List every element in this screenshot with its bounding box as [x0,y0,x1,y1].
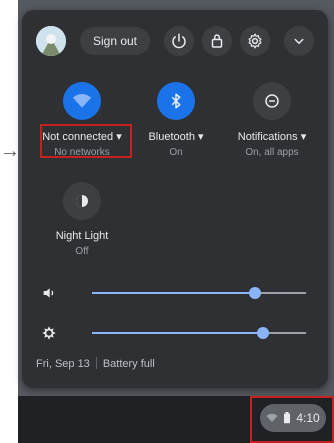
brightness-slider-fill [92,332,264,334]
bluetooth-toggle[interactable]: Bluetooth ▾ On [132,82,220,158]
settings-button[interactable] [240,26,270,56]
notifications-toggle[interactable]: Notifications ▾ On, all apps [228,82,316,158]
avatar[interactable] [36,26,66,56]
collapse-button[interactable] [284,26,314,56]
notifications-status: On, all apps [245,147,299,158]
bluetooth-icon [171,93,181,109]
quick-settings-header: Sign out [36,26,314,56]
brightness-slider-row [36,318,314,348]
network-highlight-box [40,124,132,158]
night-light-icon [76,195,88,207]
lock-icon [211,34,223,48]
volume-slider-fill [92,292,255,294]
tray-highlight-box [250,396,334,443]
bluetooth-label[interactable]: Bluetooth ▾ [132,130,220,143]
notifications-icon [265,94,279,108]
wifi-bubble[interactable] [63,82,101,120]
volume-slider-row [36,278,314,308]
shelf: 4:10 [18,396,334,443]
night-light-label: Night Light [55,230,109,242]
quick-settings-panel: Sign out Not connected ▾ No networks Blu… [22,10,328,388]
power-button[interactable] [164,26,194,56]
brightness-slider-thumb[interactable] [257,327,270,339]
settings-icon [248,33,262,49]
volume-icon[interactable] [38,282,60,304]
night-light-status: Off [75,246,89,257]
status-footer: Fri, Sep 13 Battery full [36,357,155,370]
sign-out-button[interactable]: Sign out [80,27,150,55]
volume-slider[interactable] [92,287,306,299]
brightness-icon[interactable] [38,322,60,344]
wifi-icon [72,94,92,108]
pointer-arrow-icon: → [0,140,20,162]
brightness-slider[interactable] [92,327,306,339]
notifications-bubble[interactable] [253,82,291,120]
power-icon [172,33,186,49]
desktop-left-edge [0,0,18,443]
night-light-toggle[interactable]: Night Light Off [38,182,126,257]
date-label[interactable]: Fri, Sep 13 [36,358,90,370]
volume-slider-thumb[interactable] [248,287,261,299]
bluetooth-status: On [169,147,183,158]
notifications-label[interactable]: Notifications ▾ [228,130,316,143]
collapse-icon [294,38,304,44]
footer-separator [95,357,97,369]
lock-button[interactable] [202,26,232,56]
night-light-bubble[interactable] [63,182,101,220]
bluetooth-bubble[interactable] [157,82,195,120]
battery-status: Battery full [102,358,155,370]
